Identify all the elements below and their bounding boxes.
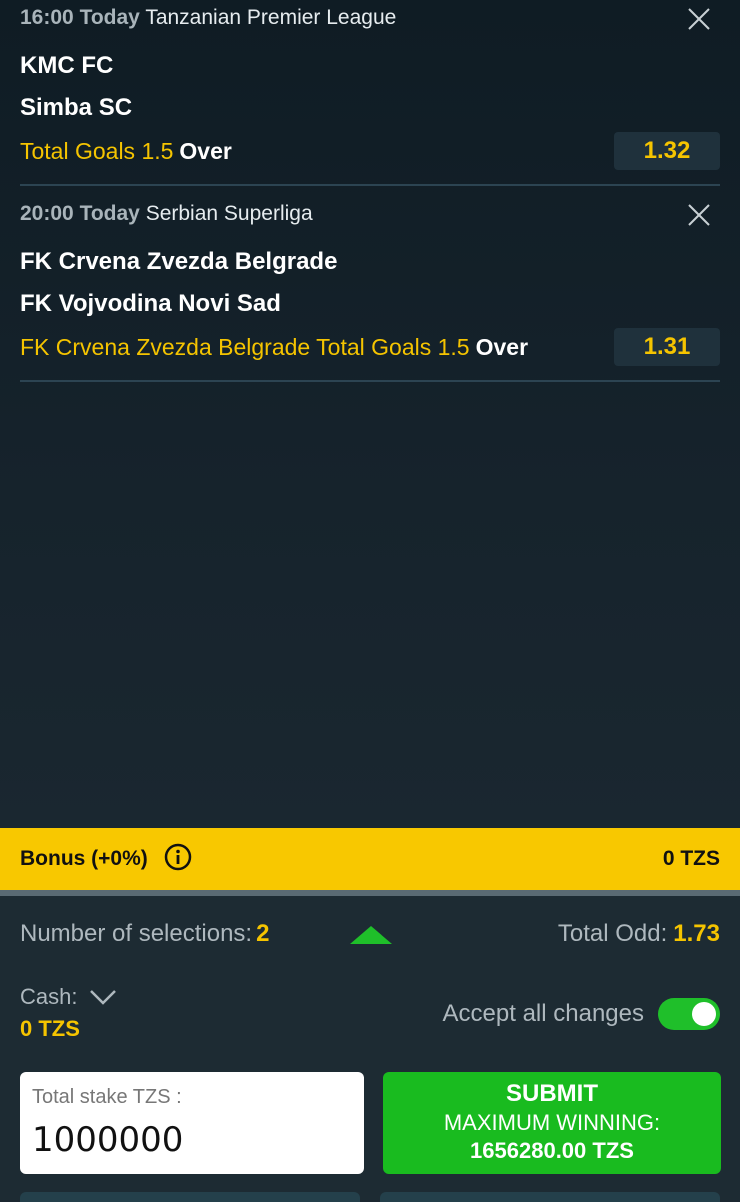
total-odd: Total Odd: 1.73	[558, 920, 720, 948]
info-icon[interactable]	[164, 843, 192, 871]
accept-changes-label: Accept all changes	[442, 1000, 644, 1027]
stake-input[interactable]: 1000000	[32, 1120, 183, 1160]
max-winning-value: 1656280.00 TZS	[470, 1138, 634, 1163]
selections-label: Number of selections:	[20, 920, 253, 947]
close-icon[interactable]	[686, 202, 712, 228]
odd-badge: 1.31	[614, 328, 720, 366]
home-team: FK Crvena Zvezda Belgrade	[20, 248, 338, 275]
bet-meta: 20:00 Today Serbian Superliga	[20, 202, 313, 226]
bottom-button-right[interactable]	[380, 1192, 720, 1202]
selections-count: Number of selections: 2	[20, 920, 269, 948]
cash-value: 0 TZS	[20, 1016, 80, 1041]
betslip-summary: Number of selections: 2 Total Odd: 1.73 Ca…	[0, 896, 740, 1202]
expand-up-icon[interactable]	[348, 924, 394, 946]
chevron-down-icon	[90, 990, 117, 1005]
submit-button[interactable]: SUBMIT MAXIMUM WINNING: 1656280.00 TZS	[383, 1072, 721, 1174]
betslip-list: 16:00 Today Tanzanian Premier League KMC…	[0, 0, 740, 828]
bet-market: FK Crvena Zvezda Belgrade Total Goals 1.…	[20, 334, 528, 361]
bet-league: Serbian Superliga	[145, 202, 313, 225]
bet-day: Today	[79, 6, 140, 29]
bet-day: Today	[79, 202, 140, 225]
home-team: KMC FC	[20, 52, 114, 79]
stake-field[interactable]: Total stake TZS : 1000000	[20, 1072, 364, 1174]
market-pick: Over	[179, 138, 232, 164]
bet-time: 16:00	[20, 6, 74, 29]
bet-meta: 16:00 Today Tanzanian Premier League	[20, 6, 396, 30]
bet-league: Tanzanian Premier League	[145, 6, 397, 29]
cash-dropdown[interactable]: Cash:	[20, 984, 117, 1010]
bet-item: 20:00 Today Serbian Superliga FK Crvena …	[20, 196, 720, 382]
market-name: Total Goals 1.5	[20, 138, 174, 164]
max-winning-label: MAXIMUM WINNING:	[443, 1110, 661, 1135]
market-name: FK Crvena Zvezda Belgrade Total Goals 1.…	[20, 334, 470, 360]
bottom-button-left[interactable]	[20, 1192, 360, 1202]
bonus-amount: 0 TZS	[662, 847, 720, 870]
away-team: Simba SC	[20, 94, 133, 121]
close-icon[interactable]	[686, 6, 712, 32]
odd-badge: 1.32	[614, 132, 720, 170]
accept-changes-toggle[interactable]	[658, 998, 720, 1030]
market-pick: Over	[475, 334, 529, 360]
submit-label: SUBMIT	[506, 1080, 598, 1107]
bonus-label: Bonus (+0%)	[20, 847, 148, 870]
total-odd-label: Total Odd:	[557, 920, 668, 947]
total-odd-value: 1.73	[673, 920, 720, 947]
bet-market: Total Goals 1.5 Over	[20, 138, 232, 165]
away-team: FK Vojvodina Novi Sad	[20, 290, 281, 317]
stake-label: Total stake TZS :	[32, 1086, 182, 1108]
bet-time: 20:00	[20, 202, 74, 225]
toggle-knob	[692, 1002, 716, 1026]
cash-label: Cash:	[20, 984, 78, 1009]
bonus-bar: Bonus (+0%) 0 TZS	[0, 828, 740, 890]
selections-value: 2	[256, 920, 270, 947]
bet-item: 16:00 Today Tanzanian Premier League KMC…	[20, 0, 720, 186]
